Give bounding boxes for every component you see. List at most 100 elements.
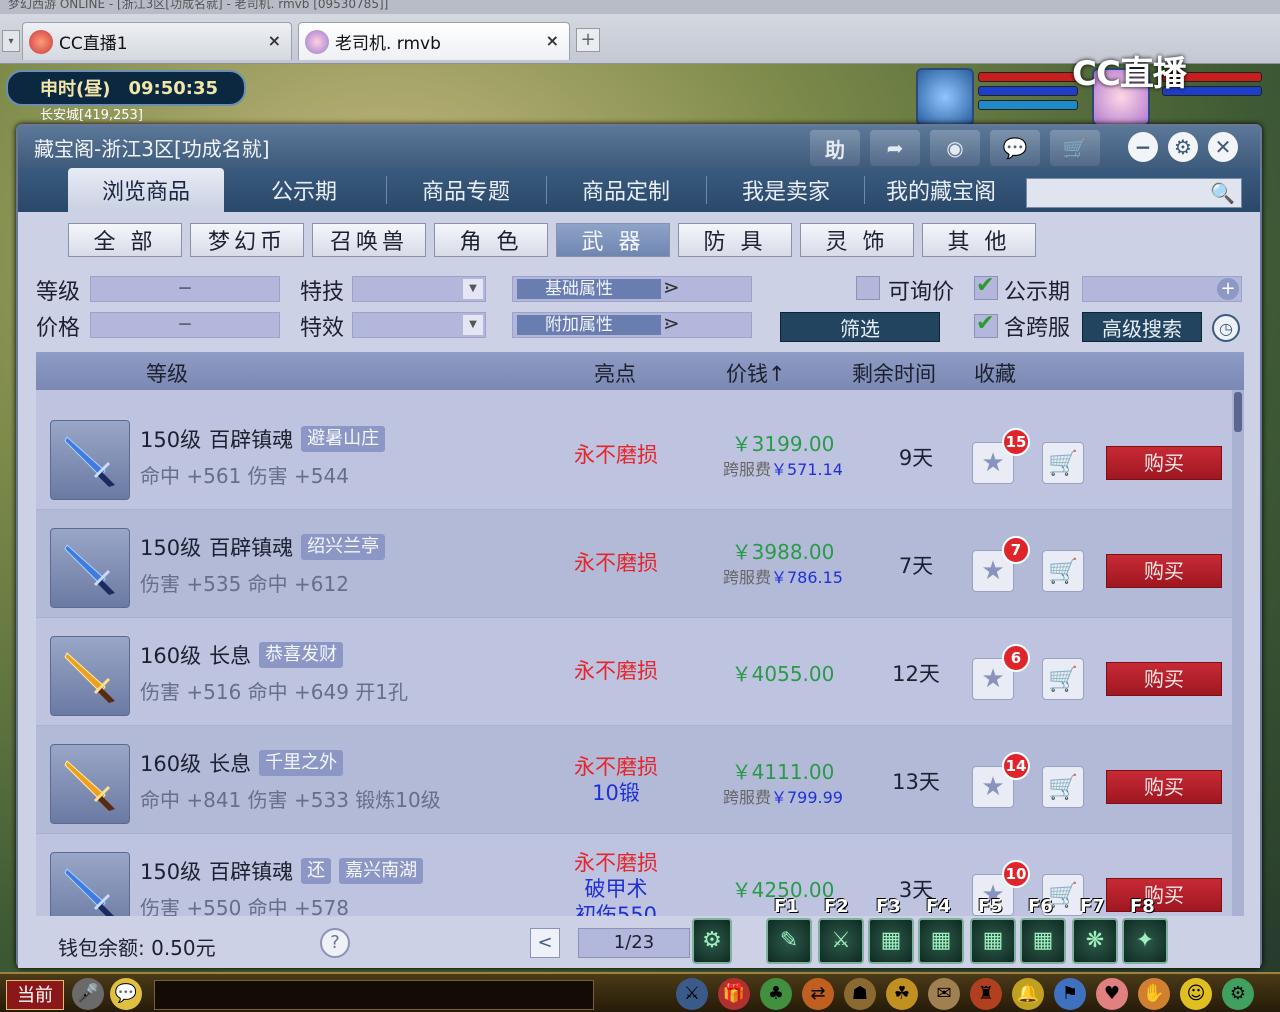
time-period: 申时(昼) — [40, 79, 111, 100]
task-icon[interactable]: ✉ — [928, 978, 960, 1010]
share-button[interactable]: ➦ — [870, 130, 920, 166]
microphone-icon[interactable]: 🎤 — [72, 978, 104, 1010]
header-level[interactable]: 等级 — [146, 358, 188, 388]
search-icon[interactable]: 🔍 — [1210, 181, 1235, 205]
plus-icon[interactable]: + — [1217, 278, 1239, 300]
skill-slot-f3[interactable]: ▦ — [868, 918, 914, 964]
category-weapons[interactable]: 武 器 — [556, 223, 670, 257]
table-row[interactable]: 150级 百辟镇魂 绍兴兰亭 伤害 +535 命中 +612 永不磨损 ￥398… — [36, 510, 1232, 618]
publicity-checkbox[interactable] — [974, 273, 998, 300]
header-remaining[interactable]: 剩余时间 — [852, 358, 936, 388]
category-pets[interactable]: 召唤兽 — [312, 223, 426, 257]
skill-slot-f1[interactable]: ✎ — [766, 918, 812, 964]
search-input[interactable]: 🔍 — [1026, 178, 1242, 208]
close-icon[interactable]: × — [546, 31, 559, 50]
list-scrollbar[interactable] — [1232, 390, 1244, 916]
scrollbar-thumb[interactable] — [1234, 392, 1242, 432]
emoji-icon[interactable]: 💬 — [110, 978, 142, 1010]
tab-browse[interactable]: 浏览商品 — [68, 168, 224, 212]
category-armor[interactable]: 防 具 — [678, 223, 792, 257]
attack-icon[interactable]: ⚔ — [676, 978, 708, 1010]
chat-channel-button[interactable]: 当前 — [6, 980, 64, 1010]
category-accessories[interactable]: 灵 饰 — [800, 223, 914, 257]
table-row[interactable]: 160级 长息 千里之外 命中 +841 伤害 +533 锻炼10级 永不磨损 … — [36, 726, 1232, 834]
settings-skill-slot[interactable]: ⚙ — [692, 918, 732, 964]
weapon-thumbnail[interactable] — [50, 420, 130, 500]
add-to-cart-icon[interactable]: 🛒 — [1042, 442, 1084, 484]
weapon-thumbnail[interactable] — [50, 636, 130, 716]
tab-dropdown-button[interactable]: ▾ — [2, 30, 20, 52]
pet-icon[interactable]: ☘ — [886, 978, 918, 1010]
prev-page-button[interactable]: < — [530, 928, 560, 958]
filter-button[interactable]: 筛选 — [780, 312, 940, 342]
buy-button[interactable]: 购买 — [1106, 446, 1222, 480]
skill-slot-f4[interactable]: ▦ — [918, 918, 964, 964]
system-icon[interactable]: ⚙ — [1222, 978, 1254, 1010]
chat-input[interactable] — [154, 980, 594, 1010]
skill-slot-f2[interactable]: ⚔ — [818, 918, 864, 964]
skill-select[interactable]: ▼ — [352, 276, 486, 302]
buy-button[interactable]: 购买 — [1106, 662, 1222, 696]
table-row[interactable]: 150级 百辟镇魂 避暑山庄 命中 +561 伤害 +544 永不磨损 ￥319… — [36, 402, 1232, 510]
hotkey-label: F6 — [1028, 896, 1053, 917]
skill-slot-f8[interactable]: ✦ — [1122, 918, 1168, 964]
map-icon[interactable]: ⚑ — [1054, 978, 1086, 1010]
skill-slot-f6[interactable]: ▦ — [1020, 918, 1066, 964]
friends-icon[interactable]: ♥ — [1096, 978, 1128, 1010]
tab-my-pavilion[interactable]: 我的藏宝阁 — [866, 168, 1016, 212]
player-portrait[interactable] — [916, 68, 974, 126]
extra-attr-select[interactable]: 附加属性 ⋗ — [512, 311, 752, 338]
publicity-select[interactable]: + — [1082, 276, 1242, 302]
buy-button[interactable]: 购买 — [1106, 770, 1222, 804]
tab-publicity[interactable]: 公示期 — [226, 168, 382, 212]
smile-icon[interactable]: ☺ — [1180, 978, 1212, 1010]
cart-button[interactable]: 🛒 — [1050, 130, 1100, 166]
weapon-thumbnail[interactable] — [50, 744, 130, 824]
category-all[interactable]: 全 部 — [68, 223, 182, 257]
give-icon[interactable]: ♣ — [760, 978, 792, 1010]
item-list: 150级 百辟镇魂 避暑山庄 命中 +561 伤害 +544 永不磨损 ￥319… — [36, 390, 1244, 916]
browser-tab-video[interactable]: 老司机. rmvb × — [298, 22, 570, 60]
help-icon[interactable]: ? — [320, 928, 350, 958]
advanced-search-button[interactable]: 高级搜索 — [1082, 312, 1202, 342]
trade-icon[interactable]: ⇄ — [802, 978, 834, 1010]
effect-select[interactable]: ▼ — [352, 312, 486, 338]
tab-seller[interactable]: 我是卖家 — [708, 168, 864, 212]
tab-custom[interactable]: 商品定制 — [548, 168, 704, 212]
bell-icon[interactable]: 🔔 — [1012, 978, 1044, 1010]
category-characters[interactable]: 角 色 — [434, 223, 548, 257]
minimize-icon[interactable]: − — [1128, 132, 1158, 162]
guild-icon[interactable]: ♜ — [970, 978, 1002, 1010]
handshake-icon[interactable]: ✋ — [1138, 978, 1170, 1010]
add-to-cart-icon[interactable]: 🛒 — [1042, 658, 1084, 700]
negotiable-checkbox[interactable] — [856, 276, 880, 300]
level-range-input[interactable]: － — [90, 276, 280, 302]
clock-icon[interactable]: ◷ — [1212, 314, 1240, 342]
remaining-time: 13天 — [892, 770, 940, 794]
header-price[interactable]: 价钱↑ — [726, 358, 786, 388]
team-icon[interactable]: ☗ — [844, 978, 876, 1010]
category-other[interactable]: 其 他 — [922, 223, 1036, 257]
close-icon[interactable]: × — [268, 31, 281, 50]
weapon-thumbnail[interactable] — [50, 528, 130, 608]
skill-slot-f5[interactable]: ▦ — [970, 918, 1016, 964]
category-currency[interactable]: 梦幻币 — [190, 223, 304, 257]
price-range-input[interactable]: － — [90, 312, 280, 338]
skill-slot-f7[interactable]: ❋ — [1072, 918, 1118, 964]
new-tab-button[interactable]: + — [576, 28, 600, 52]
table-row[interactable]: 160级 长息 恭喜发财 伤害 +516 命中 +649 开1孔 永不磨损 ￥4… — [36, 618, 1232, 726]
browser-tab-cc[interactable]: CC直播1 × — [22, 22, 292, 60]
record-button[interactable]: ◉ — [930, 130, 980, 166]
chat-button[interactable]: 💬 — [990, 130, 1040, 166]
help-button[interactable]: 助 — [810, 130, 860, 166]
settings-icon[interactable]: ⚙ — [1168, 132, 1198, 162]
base-attr-select[interactable]: 基础属性 ⋗ — [512, 275, 752, 302]
cross-server-checkbox[interactable] — [974, 311, 998, 338]
close-icon[interactable]: ✕ — [1208, 132, 1238, 162]
item-bag-icon[interactable]: 🎁 — [718, 978, 750, 1010]
add-to-cart-icon[interactable]: 🛒 — [1042, 766, 1084, 808]
tab-topics[interactable]: 商品专题 — [388, 168, 544, 212]
add-to-cart-icon[interactable]: 🛒 — [1042, 550, 1084, 592]
weapon-thumbnail[interactable] — [50, 852, 130, 916]
buy-button[interactable]: 购买 — [1106, 554, 1222, 588]
